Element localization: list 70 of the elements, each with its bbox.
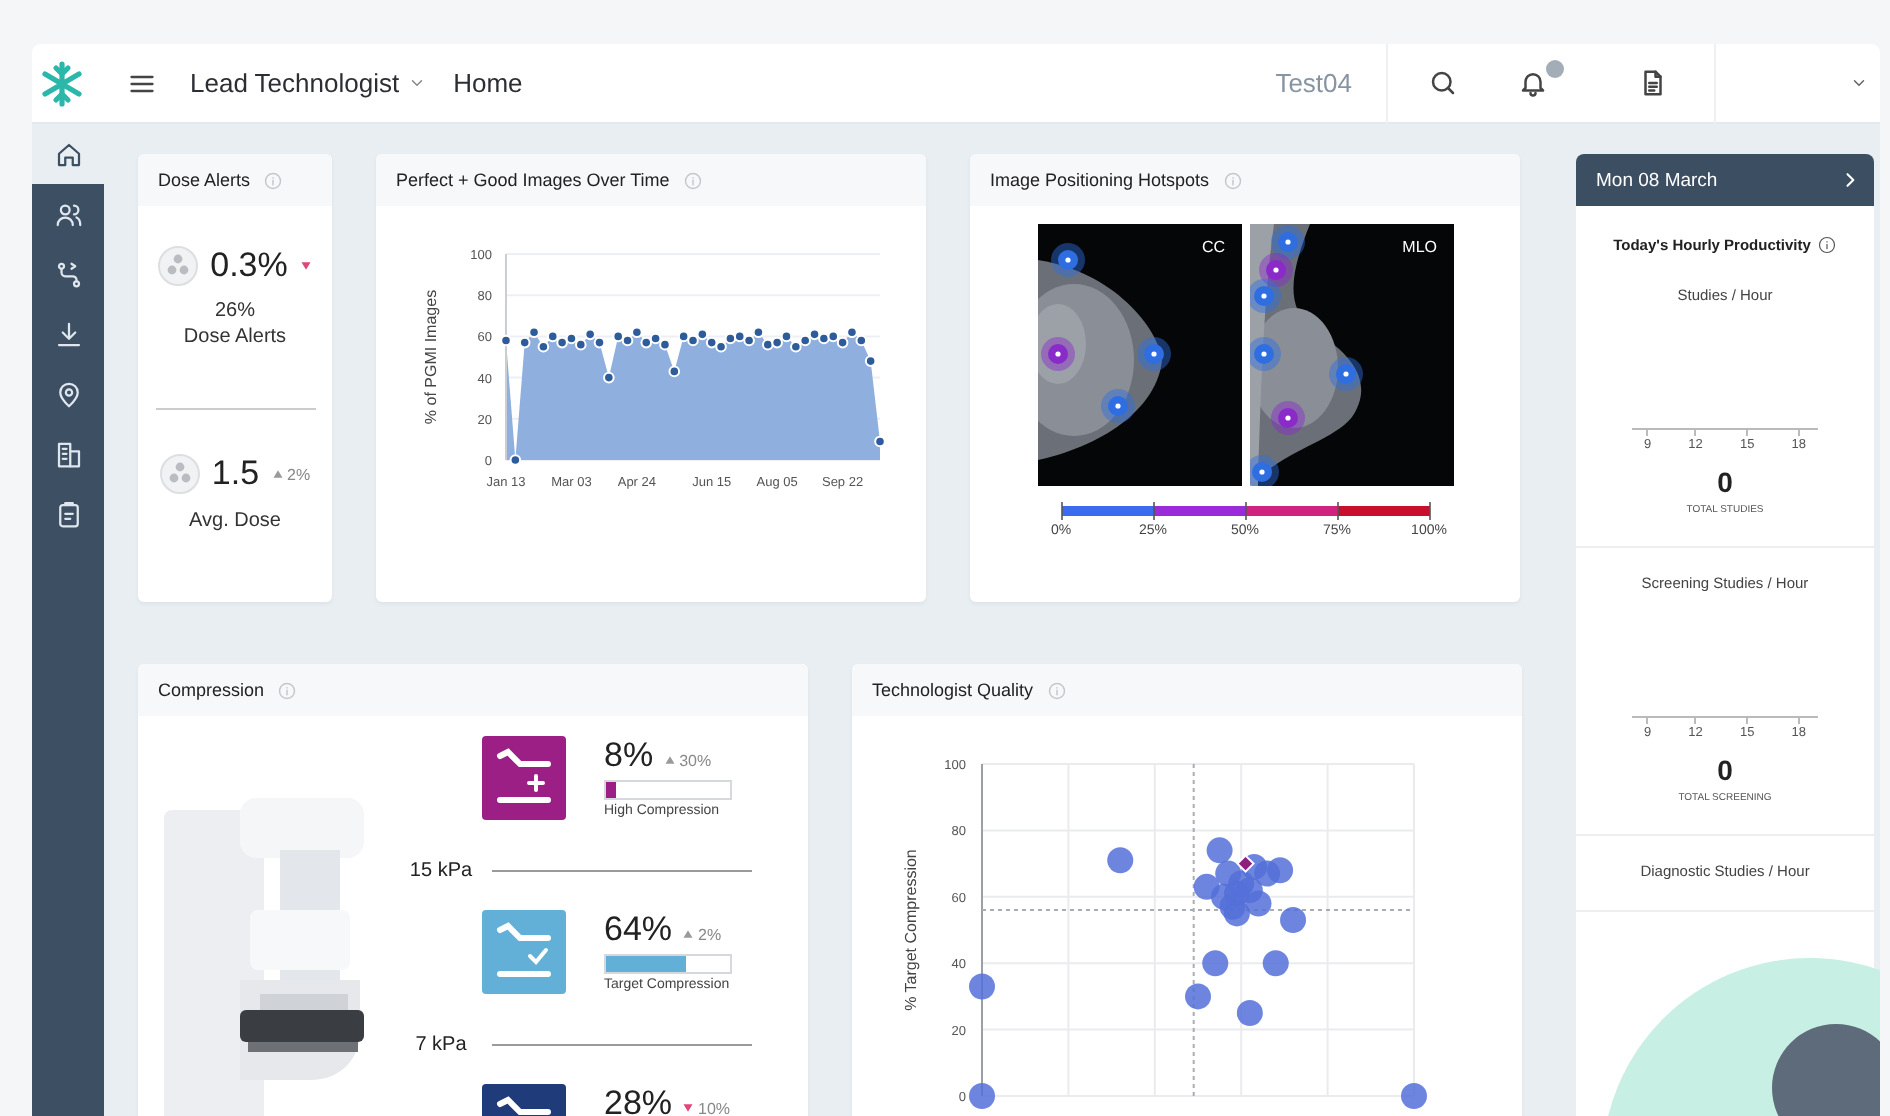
page-title: Home — [453, 68, 523, 98]
role-dropdown[interactable]: Lead Technologist — [190, 68, 426, 98]
change-value: 30% — [679, 751, 712, 769]
data-point — [1202, 950, 1229, 977]
clipboard-icon — [53, 499, 83, 529]
data-point — [603, 371, 615, 384]
card-title: Perfect + Good Images Over Time — [396, 170, 670, 190]
building-icon — [53, 439, 83, 469]
document-icon — [1638, 68, 1668, 98]
card-title: Compression — [158, 680, 265, 700]
notifications-button[interactable] — [1518, 60, 1564, 98]
metric-value: 0.3% — [210, 246, 288, 286]
percentage-value: 28% — [604, 1084, 673, 1116]
change-value: 2% — [287, 465, 311, 483]
bell-icon — [1518, 68, 1548, 98]
data-point — [1206, 837, 1233, 864]
data-point — [874, 435, 886, 448]
logo-icon — [38, 59, 86, 107]
sidebar-item[interactable] — [32, 124, 104, 184]
people-icon — [53, 199, 83, 229]
radiation-icon — [158, 246, 199, 286]
search-icon — [1428, 68, 1458, 98]
change-value: 10% — [698, 1099, 731, 1116]
data-point — [1267, 857, 1294, 884]
data-point — [1107, 847, 1134, 874]
threshold-label: 7 kPa — [413, 1033, 469, 1055]
location-pin-icon — [53, 379, 83, 409]
axis-title: % of PGMI Images — [422, 289, 440, 425]
home-icon — [53, 139, 83, 169]
change-value: 2% — [698, 925, 722, 943]
view-label: MLO — [1402, 238, 1437, 256]
radiation-icon — [159, 454, 200, 494]
percentage-value: 8% — [604, 736, 654, 774]
data-point — [969, 973, 995, 1000]
data-point — [1262, 950, 1289, 977]
info-icon[interactable] — [1818, 236, 1837, 254]
metric-value: 1.5 — [211, 454, 260, 494]
axis-title: % Target Compression — [902, 849, 920, 1011]
percentage-value: 64% — [604, 910, 673, 948]
data-point — [969, 1083, 995, 1109]
data-point — [1185, 983, 1211, 1010]
data-point — [1236, 877, 1263, 904]
total-value: 0 — [1717, 754, 1733, 786]
card-title: Technologist Quality — [872, 680, 1034, 700]
metric-share: 26% — [214, 298, 255, 324]
metric-label: Dose Alerts — [183, 324, 287, 350]
data-point — [500, 334, 512, 347]
chevron-down-icon — [407, 74, 426, 92]
view-label: CC — [1201, 238, 1225, 256]
data-point — [1401, 1083, 1427, 1109]
data-point — [864, 355, 877, 367]
card-title: Dose Alerts — [158, 170, 251, 190]
user-name: Test04 — [1275, 68, 1352, 98]
account-dropdown[interactable] — [1850, 74, 1868, 92]
threshold-label: 15 kPa — [407, 859, 475, 881]
data-point — [1280, 907, 1307, 934]
data-point — [1219, 893, 1246, 920]
data-point — [509, 454, 522, 466]
search-button[interactable] — [1428, 68, 1458, 98]
data-point — [668, 365, 681, 378]
card-title: Image Positioning Hotspots — [990, 170, 1210, 190]
total-value: 0 — [1717, 466, 1733, 498]
data-point — [1236, 1000, 1263, 1026]
route-icon — [53, 259, 83, 289]
document-button[interactable] — [1638, 68, 1668, 98]
chevron-down-icon — [1850, 74, 1868, 92]
notification-dot — [1546, 60, 1564, 78]
metric-label: Avg. Dose — [189, 508, 281, 534]
date-label: Mon 08 March — [1596, 169, 1718, 191]
download-icon — [53, 319, 83, 349]
